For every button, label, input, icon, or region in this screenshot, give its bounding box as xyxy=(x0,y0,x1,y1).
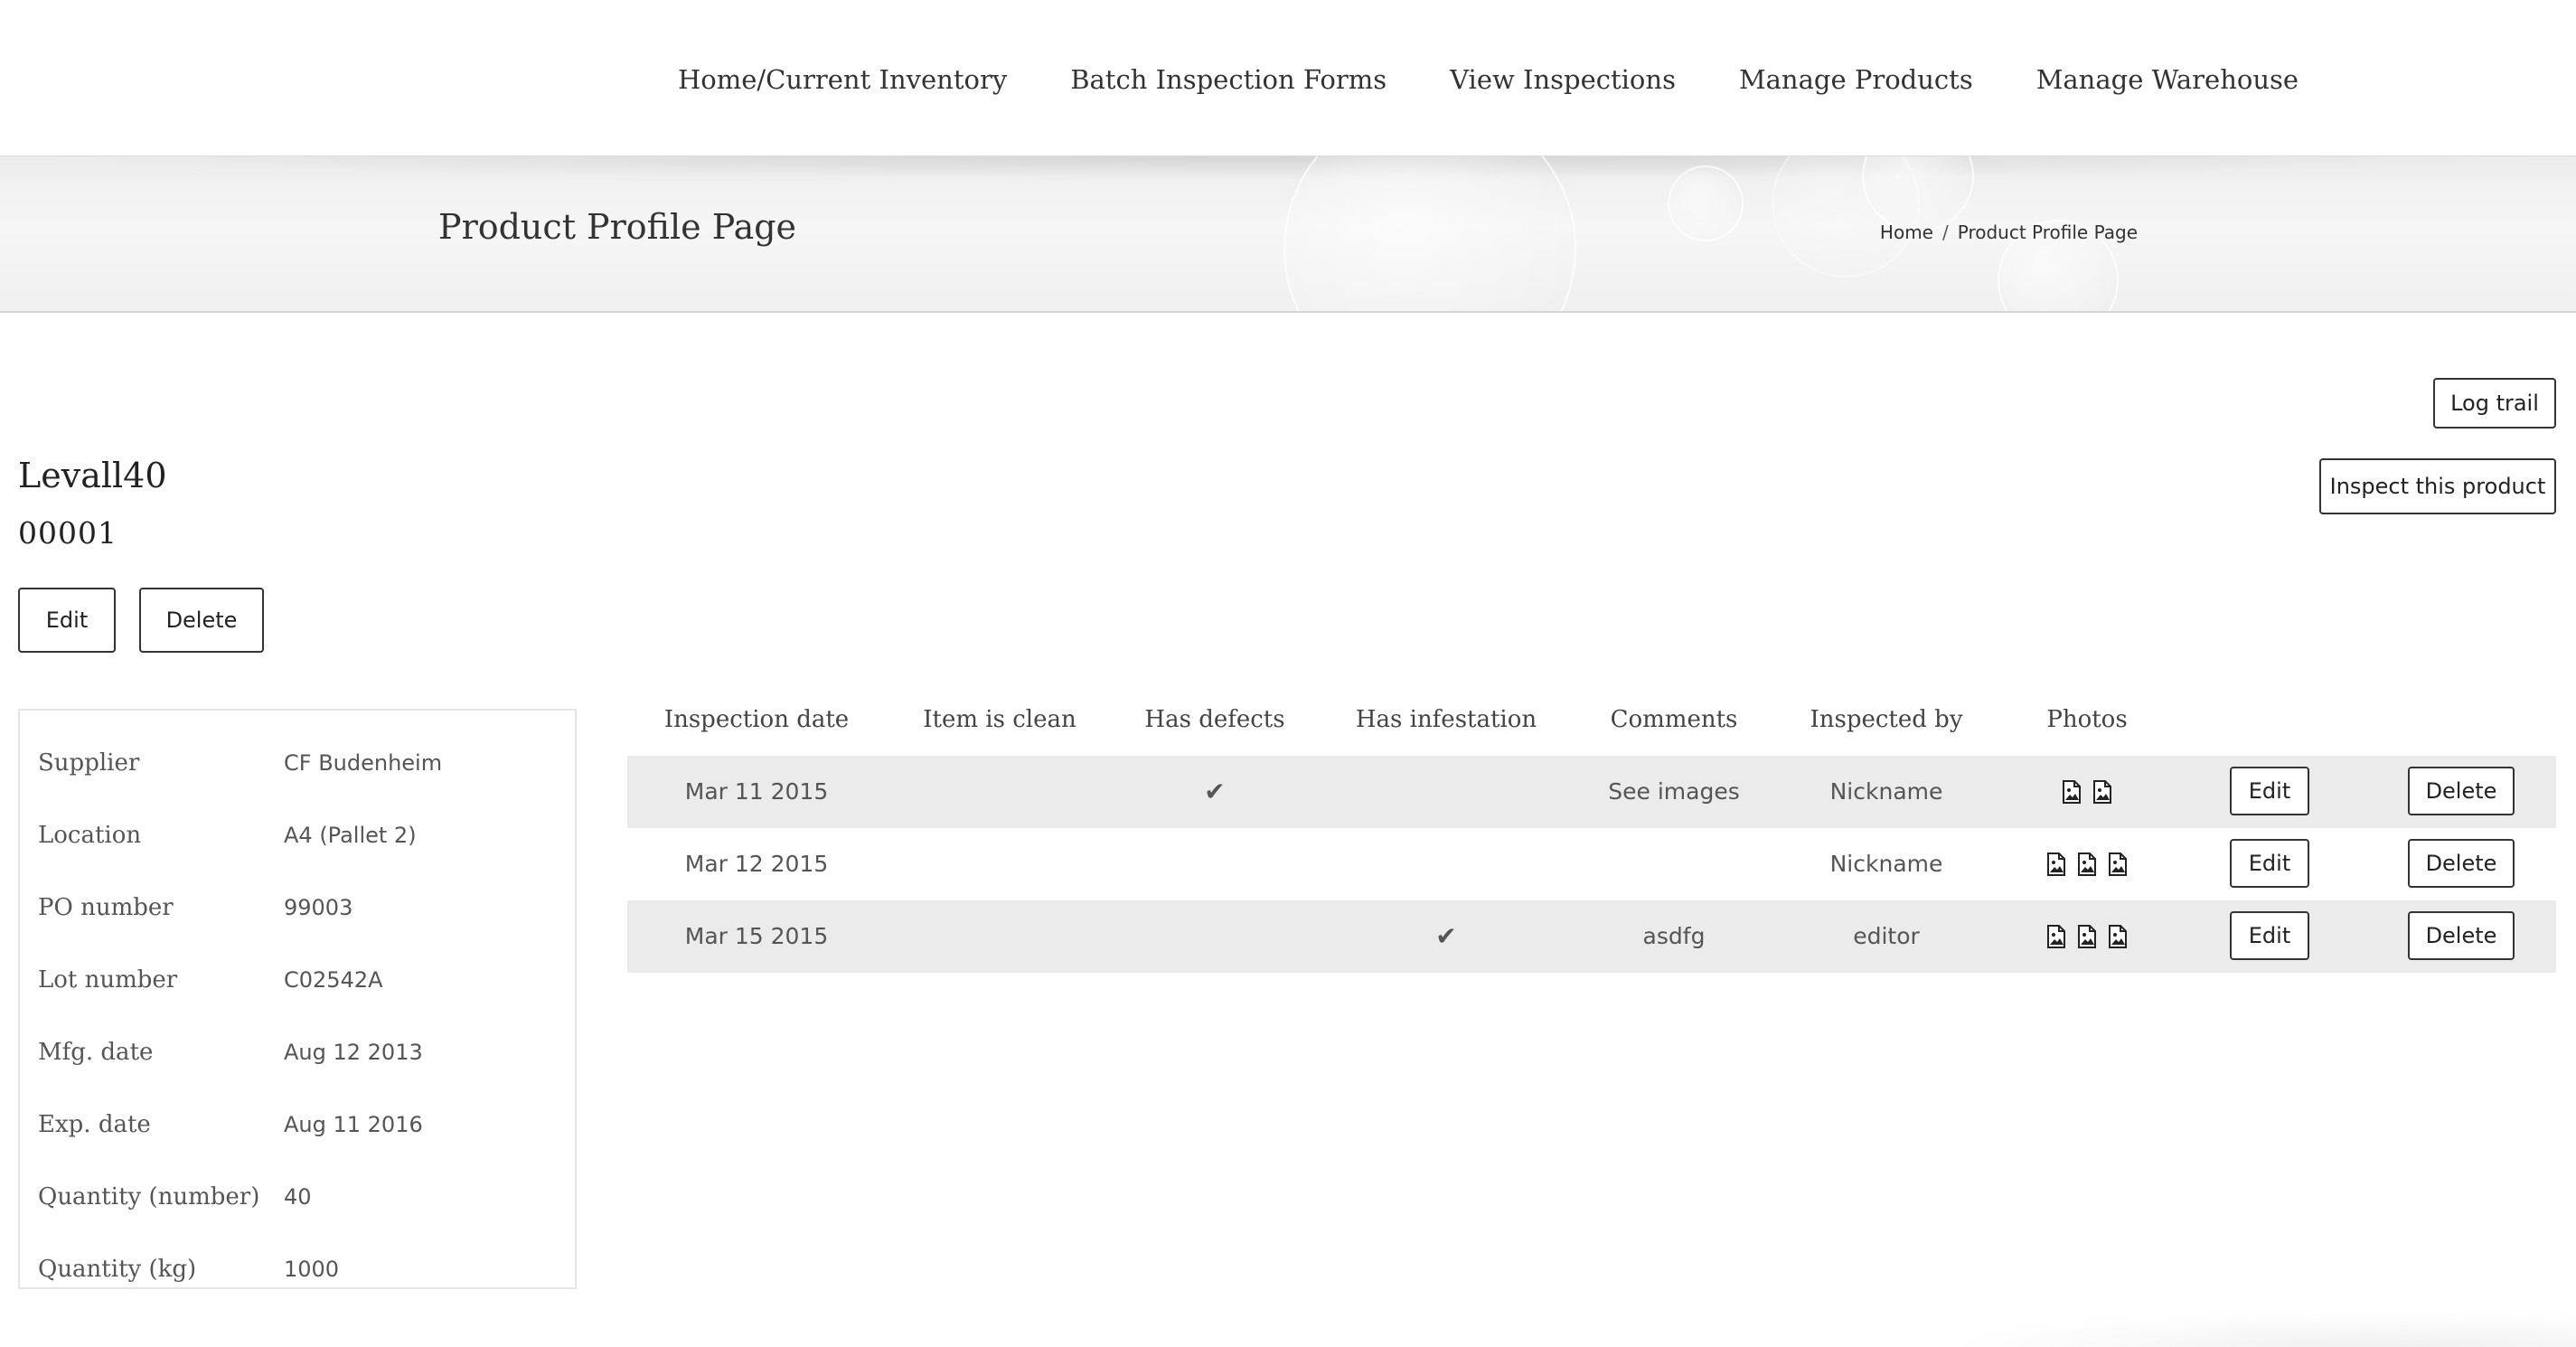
column-header-inspection-date: Inspection date xyxy=(663,706,850,733)
detail-label: Quantity (number) xyxy=(38,1183,260,1210)
breadcrumb-home-link[interactable]: Home xyxy=(1880,221,1933,243)
nav-home-current-inventory[interactable]: Home/Current Inventory xyxy=(678,60,1007,99)
table-row: Mar 15 2015 ✔ asdfg editor Edit Delete xyxy=(627,900,2556,973)
product-code: 00001 xyxy=(18,515,118,551)
comments-cell: See images xyxy=(1608,778,1740,805)
product-edit-button[interactable]: Edit xyxy=(18,588,116,653)
detail-row-quantity-kg: Quantity (kg) 1000 xyxy=(20,1251,575,1287)
page-title: Product Profile Page xyxy=(438,207,797,247)
detail-row-mfg-date: Mfg. date Aug 12 2013 xyxy=(20,1034,575,1070)
inspection-date-cell: Mar 11 2015 xyxy=(684,778,829,805)
log-trail-button[interactable]: Log trail xyxy=(2433,378,2556,429)
image-file-icon[interactable] xyxy=(2077,925,2097,948)
column-header-has-defects: Has defects xyxy=(1144,706,1285,733)
detail-value: 40 xyxy=(284,1184,312,1210)
image-file-icon[interactable] xyxy=(2077,852,2097,876)
decorative-bubble xyxy=(1668,165,1744,241)
detail-label: Mfg. date xyxy=(38,1039,154,1066)
table-row: Mar 11 2015 ✔ See images Nickname Edit D… xyxy=(627,756,2556,828)
column-header-comments: Comments xyxy=(1610,706,1738,733)
nav-manage-products[interactable]: Manage Products xyxy=(1739,60,1973,99)
image-file-icon[interactable] xyxy=(2062,780,2082,804)
detail-row-quantity-number: Quantity (number) 40 xyxy=(20,1179,575,1215)
breadcrumb-current: Product Profile Page xyxy=(1957,221,2138,243)
check-icon: ✔ xyxy=(1204,777,1226,806)
detail-value: 1000 xyxy=(284,1257,340,1282)
detail-value: C02542A xyxy=(284,967,383,993)
detail-row-lot-number: Lot number C02542A xyxy=(20,962,575,998)
inspection-delete-button[interactable]: Delete xyxy=(2408,839,2515,888)
inspection-edit-button[interactable]: Edit xyxy=(2230,911,2309,960)
column-header-inspected-by: Inspected by xyxy=(1810,706,1963,733)
photos-cell xyxy=(2046,900,2128,973)
detail-label: Exp. date xyxy=(38,1111,151,1138)
detail-label: PO number xyxy=(38,894,174,921)
inspection-edit-button[interactable]: Edit xyxy=(2230,839,2309,888)
photos-cell xyxy=(2046,828,2128,900)
image-file-icon[interactable] xyxy=(2046,925,2066,948)
column-header-has-infestation: Has infestation xyxy=(1355,706,1537,733)
detail-value: CF Budenheim xyxy=(284,750,443,776)
product-name: Levall40 xyxy=(18,456,167,495)
comments-cell: asdfg xyxy=(1642,923,1706,949)
nav-view-inspections[interactable]: View Inspections xyxy=(1450,60,1676,99)
nav-batch-inspection-forms[interactable]: Batch Inspection Forms xyxy=(1070,60,1387,99)
banner-shadow xyxy=(0,156,2576,180)
detail-value: Aug 12 2013 xyxy=(284,1040,423,1065)
inspection-delete-button[interactable]: Delete xyxy=(2408,911,2515,960)
detail-label: Quantity (kg) xyxy=(38,1256,197,1283)
detail-row-location: Location A4 (Pallet 2) xyxy=(20,817,575,853)
product-details-panel: Supplier CF Budenheim Location A4 (Palle… xyxy=(18,709,577,1289)
inspection-date-cell: Mar 12 2015 xyxy=(684,851,829,877)
image-file-icon[interactable] xyxy=(2108,925,2128,948)
detail-value: Aug 11 2016 xyxy=(284,1112,423,1137)
nav-menu: Home/Current Inventory Batch Inspection … xyxy=(678,60,2299,99)
decorative-bubble xyxy=(1283,156,1576,311)
column-header-item-is-clean: Item is clean xyxy=(923,706,1076,733)
image-file-icon[interactable] xyxy=(2046,852,2066,876)
table-row: Mar 12 2015 Nickname Edit Delete xyxy=(627,828,2556,900)
check-icon: ✔ xyxy=(1435,921,1457,951)
decorative-shadow xyxy=(1943,1311,2576,1347)
inspected-by-cell: Nickname xyxy=(1829,778,1943,805)
detail-row-supplier: Supplier CF Budenheim xyxy=(20,745,575,781)
inspect-product-button[interactable]: Inspect this product xyxy=(2319,458,2556,514)
image-file-icon[interactable] xyxy=(2092,780,2112,804)
detail-value: 99003 xyxy=(284,895,353,920)
inspection-delete-button[interactable]: Delete xyxy=(2408,767,2515,815)
inspection-date-cell: Mar 15 2015 xyxy=(684,923,829,949)
inspection-edit-button[interactable]: Edit xyxy=(2230,767,2309,815)
nav-manage-warehouse[interactable]: Manage Warehouse xyxy=(2036,60,2299,99)
product-delete-button[interactable]: Delete xyxy=(139,588,264,653)
detail-label: Location xyxy=(38,822,142,849)
detail-value: A4 (Pallet 2) xyxy=(284,823,417,848)
photos-cell xyxy=(2062,756,2112,828)
inspected-by-cell: editor xyxy=(1853,923,1920,949)
inspected-by-cell: Nickname xyxy=(1829,851,1943,877)
decorative-bubble xyxy=(1772,156,1920,278)
detail-row-po-number: PO number 99003 xyxy=(20,890,575,926)
column-header-photos: Photos xyxy=(2046,706,2128,733)
detail-label: Lot number xyxy=(38,966,178,994)
top-navigation: Home/Current Inventory Batch Inspection … xyxy=(0,0,2576,156)
page-title-banner: Product Profile Page Home / Product Profil… xyxy=(0,156,2576,313)
breadcrumb-separator: / xyxy=(1941,221,1949,243)
detail-label: Supplier xyxy=(38,749,140,777)
image-file-icon[interactable] xyxy=(2108,852,2128,876)
breadcrumb: Home / Product Profile Page xyxy=(1880,221,2138,243)
detail-row-exp-date: Exp. date Aug 11 2016 xyxy=(20,1107,575,1143)
